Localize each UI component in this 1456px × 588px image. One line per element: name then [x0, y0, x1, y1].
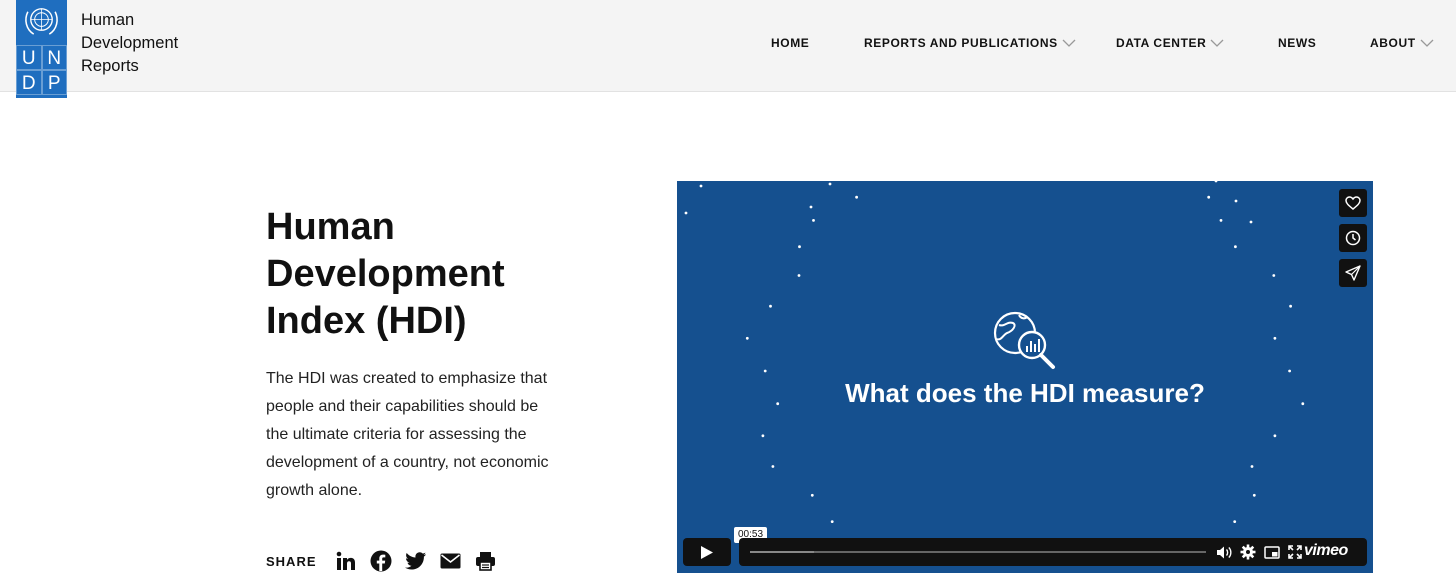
- site-name-line: Reports: [81, 57, 139, 75]
- email-icon[interactable]: [440, 550, 462, 572]
- site-name-line: Human: [81, 11, 135, 29]
- vimeo-logo[interactable]: vimeo: [1304, 542, 1348, 560]
- like-button[interactable]: [1339, 189, 1367, 217]
- share-label: SHARE: [266, 553, 317, 569]
- logo-letters: U N D P: [16, 45, 67, 95]
- nav-item-label: ABOUT: [1370, 36, 1416, 50]
- nav-item-data-center[interactable]: DATA CENTER: [1116, 34, 1224, 52]
- video-player[interactable]: What does the HDI measure? 00:53 vimeo: [677, 181, 1373, 573]
- logo-letter: D: [16, 70, 42, 95]
- undp-logo[interactable]: U N D P: [16, 0, 67, 98]
- globe-magnifier-icon: [993, 311, 1055, 369]
- un-emblem-icon: [25, 8, 58, 35]
- nav-item-reports-and-publications[interactable]: REPORTS AND PUBLICATIONS: [864, 34, 1076, 52]
- progress-fill: [750, 551, 814, 553]
- page-description: The HDI was created to emphasize that pe…: [266, 370, 549, 499]
- share-video-button[interactable]: [1339, 259, 1367, 287]
- pip-button[interactable]: [1263, 543, 1281, 561]
- dotted-globe-decoration: [684, 181, 1305, 523]
- watch-later-button[interactable]: [1339, 224, 1367, 252]
- play-button[interactable]: [683, 538, 731, 566]
- nav-item-about[interactable]: ABOUT: [1370, 34, 1434, 52]
- linkedin-icon[interactable]: [335, 550, 357, 572]
- logo-letter: P: [41, 70, 67, 95]
- volume-button[interactable]: [1215, 543, 1233, 561]
- nav-item-label: HOME: [771, 36, 810, 50]
- twitter-icon[interactable]: [404, 550, 427, 572]
- clock-icon: [1345, 230, 1361, 246]
- control-bar: vimeo: [739, 538, 1367, 566]
- page-title: Human Development Index (HDI): [266, 206, 505, 342]
- logo-letter: N: [41, 45, 67, 70]
- chevron-down-icon: [1210, 39, 1224, 47]
- gear-icon: [1240, 544, 1256, 560]
- site-name-line: Development: [81, 34, 179, 52]
- site-name[interactable]: Human Development Reports: [81, 9, 211, 78]
- logo-letter: U: [16, 45, 42, 70]
- play-icon: [701, 545, 713, 559]
- picture-in-picture-icon: [1264, 545, 1280, 559]
- paper-plane-icon: [1345, 265, 1361, 281]
- video-heading: What does the HDI measure?: [845, 378, 1205, 408]
- fullscreen-icon: [1288, 545, 1302, 559]
- heart-icon: [1345, 196, 1361, 210]
- nav-item-home[interactable]: HOME: [771, 34, 809, 52]
- facebook-icon[interactable]: [370, 550, 392, 572]
- settings-button[interactable]: [1239, 543, 1257, 561]
- chevron-down-icon: [1420, 39, 1434, 47]
- volume-icon: [1216, 546, 1232, 558]
- video-controls: vimeo: [683, 538, 1367, 566]
- share-bar: SHARE: [266, 548, 510, 574]
- nav-item-label: NEWS: [1278, 36, 1317, 50]
- nav-item-news[interactable]: NEWS: [1278, 34, 1316, 52]
- site-header: U N D P Human Development Reports HOME R…: [0, 0, 1456, 98]
- chevron-down-icon: [1062, 39, 1076, 47]
- nav-item-label: DATA CENTER: [1116, 36, 1207, 50]
- nav-item-label: REPORTS AND PUBLICATIONS: [864, 36, 1058, 50]
- progress-track[interactable]: [750, 551, 1206, 553]
- fullscreen-button[interactable]: [1286, 543, 1304, 561]
- print-icon[interactable]: [475, 550, 497, 572]
